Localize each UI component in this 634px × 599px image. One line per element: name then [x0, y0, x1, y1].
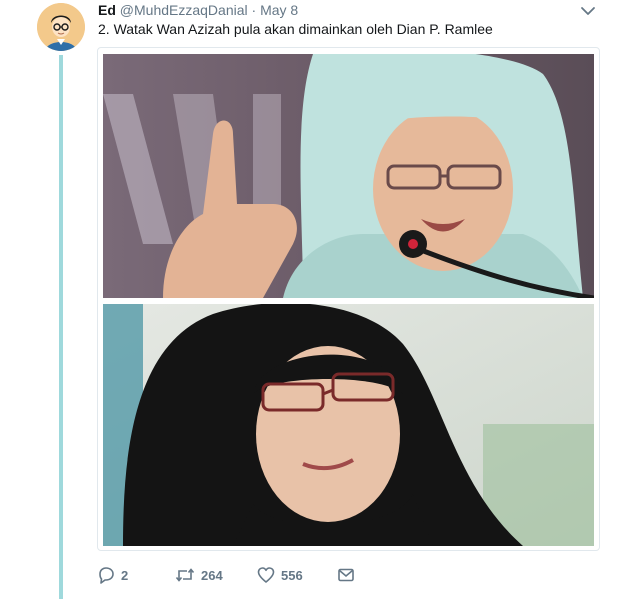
- retweet-count: 264: [201, 567, 223, 583]
- media-photo-1[interactable]: [103, 54, 594, 298]
- chevron-down-icon[interactable]: [580, 4, 596, 18]
- tweet-date[interactable]: May 8: [260, 2, 298, 18]
- tweet: Ed @MuhdEzzaqDanial · May 8 2. Watak Wan…: [0, 0, 634, 599]
- tweet-text: 2. Watak Wan Azizah pula akan dimainkan …: [98, 21, 493, 37]
- direct-message-button[interactable]: [337, 564, 355, 586]
- header-separator: ·: [251, 2, 257, 18]
- tweet-header: Ed @MuhdEzzaqDanial · May 8: [98, 1, 298, 19]
- media-photo-2[interactable]: [103, 304, 594, 546]
- like-button[interactable]: 556: [257, 564, 303, 586]
- avatar-illustration: [37, 3, 85, 51]
- reply-count: 2: [121, 567, 129, 583]
- author-name[interactable]: Ed: [98, 2, 116, 18]
- retweet-button[interactable]: 264: [175, 564, 223, 586]
- tweet-actions: 2 264 556: [97, 564, 397, 586]
- envelope-icon: [338, 568, 354, 582]
- author-handle[interactable]: @MuhdEzzaqDanial: [120, 2, 248, 18]
- avatar[interactable]: [37, 3, 85, 51]
- reply-button[interactable]: 2: [97, 564, 128, 586]
- media-container[interactable]: [97, 47, 600, 551]
- thread-connector-line: [59, 55, 63, 599]
- like-count: 556: [281, 567, 303, 583]
- retweet-icon: [175, 568, 195, 582]
- reply-icon: [99, 567, 114, 584]
- heart-icon: [257, 567, 275, 583]
